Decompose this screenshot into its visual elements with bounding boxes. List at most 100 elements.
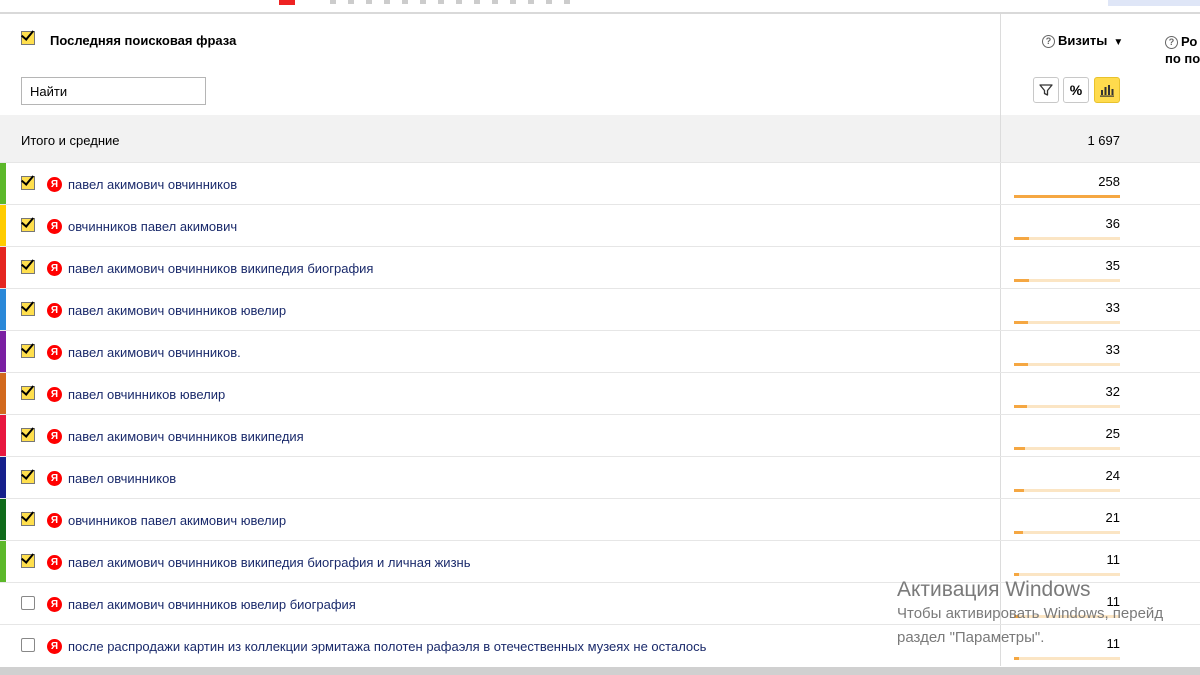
sort-desc-icon[interactable]: ▼ [1113, 37, 1123, 48]
select-all-checkbox[interactable] [21, 31, 35, 45]
totals-row: Итого и средние 1 697 [0, 115, 1200, 162]
row-checkbox[interactable] [21, 428, 35, 442]
question-circle-icon[interactable]: ? [1042, 35, 1055, 48]
row-checkbox[interactable] [21, 638, 35, 652]
row-checkbox[interactable] [21, 512, 35, 526]
table-row[interactable]: Япавел акимович овчинников ювелир 33 [0, 288, 1200, 330]
percent-icon: % [1069, 82, 1083, 98]
yandex-icon: Я [47, 177, 62, 192]
search-phrase-link[interactable]: павел акимович овчинников википедия [68, 429, 304, 444]
visits-value: 11 [1106, 636, 1121, 651]
series-color-stripe [0, 373, 6, 414]
filter-button[interactable] [1033, 77, 1059, 103]
top-faded-text [330, 0, 580, 4]
visits-share-bar-fill [1014, 237, 1029, 240]
yandex-icon: Я [47, 471, 62, 486]
visits-share-bar [1014, 405, 1120, 408]
search-phrase-link[interactable]: овчинников павел акимович [68, 219, 237, 234]
row-checkbox[interactable] [21, 302, 35, 316]
yandex-icon: Я [47, 597, 62, 612]
visits-share-bar [1014, 573, 1120, 576]
table-row[interactable]: Япавел овчинников ювелир 32 [0, 372, 1200, 414]
row-checkbox[interactable] [21, 554, 35, 568]
search-input[interactable] [21, 77, 206, 105]
search-phrase-link[interactable]: павел акимович овчинников [68, 177, 237, 192]
visits-share-bar-fill [1014, 195, 1120, 198]
table-row[interactable]: Япавел акимович овчинников ювелир биогра… [0, 582, 1200, 624]
row-checkbox[interactable] [21, 386, 35, 400]
row-checkbox[interactable] [21, 176, 35, 190]
row-checkbox[interactable] [21, 218, 35, 232]
yandex-icon: Я [47, 555, 62, 570]
yandex-icon: Я [47, 261, 62, 276]
table-row[interactable]: Япавел акимович овчинников 258 [0, 162, 1200, 204]
visits-header-label: Визиты [1058, 33, 1108, 48]
table-row[interactable]: Япавел акимович овчинников википедия био… [0, 246, 1200, 288]
table-row[interactable]: Яовчинников павел акимович 36 [0, 204, 1200, 246]
table-row[interactable]: Япавел акимович овчинников. 33 [0, 330, 1200, 372]
totals-value: 1 697 [1087, 133, 1120, 148]
search-phrase-link[interactable]: павел овчинников ювелир [68, 387, 225, 402]
series-color-stripe [0, 289, 6, 330]
search-phrase-link[interactable]: после распродажи картин из коллекции эрм… [68, 639, 706, 654]
visits-value: 33 [1105, 342, 1120, 357]
percent-button[interactable]: % [1063, 77, 1089, 103]
search-phrase-link[interactable]: павел акимович овчинников википедия биог… [68, 555, 471, 570]
search-phrase-link[interactable]: павел акимович овчинников википедия биог… [68, 261, 373, 276]
series-color-stripe [0, 583, 6, 624]
yandex-icon: Я [47, 639, 62, 654]
search-phrase-link[interactable]: овчинников павел акимович ювелир [68, 513, 286, 528]
visits-share-bar-fill [1014, 615, 1020, 618]
visits-share-bar [1014, 447, 1120, 450]
series-color-stripe [0, 457, 6, 498]
visits-share-bar-fill [1014, 573, 1020, 576]
dimension-header[interactable]: Последняя поисковая фраза [50, 33, 236, 48]
visits-value: 11 [1106, 594, 1121, 609]
visits-value: 36 [1105, 216, 1120, 231]
search-phrase-link[interactable]: павел акимович овчинников ювелир биограф… [68, 597, 356, 612]
search-phrase-link[interactable]: павел акимович овчинников. [68, 345, 241, 360]
table-row[interactable]: Япавел акимович овчинников википедия био… [0, 540, 1200, 582]
table-row[interactable]: Япосле распродажи картин из коллекции эр… [0, 624, 1200, 666]
series-color-stripe [0, 499, 6, 540]
visits-column-header[interactable]: ? Визиты ▼ [1042, 33, 1123, 48]
row-checkbox[interactable] [21, 470, 35, 484]
top-tab[interactable] [1108, 0, 1200, 6]
bar-chart-toggle-button[interactable] [1094, 77, 1120, 103]
table-row[interactable]: Яовчинников павел акимович ювелир 21 [0, 498, 1200, 540]
row-checkbox[interactable] [21, 260, 35, 274]
visits-value: 24 [1105, 468, 1120, 483]
visits-share-bar-fill [1014, 405, 1027, 408]
visits-value: 35 [1105, 258, 1120, 273]
next-column-header[interactable]: ? Ро по по [1165, 33, 1200, 67]
series-color-stripe [0, 163, 6, 204]
yandex-icon: Я [47, 513, 62, 528]
totals-label: Итого и средние [21, 133, 120, 148]
row-checkbox[interactable] [21, 596, 35, 610]
visits-value: 33 [1105, 300, 1120, 315]
series-color-stripe [0, 205, 6, 246]
visits-share-bar-fill [1014, 363, 1028, 366]
yandex-icon: Я [47, 219, 62, 234]
visits-share-bar [1014, 489, 1120, 492]
yandex-icon: Я [47, 387, 62, 402]
browser-top-strip [0, 0, 1200, 12]
yandex-icon: Я [47, 345, 62, 360]
row-checkbox[interactable] [21, 344, 35, 358]
visits-share-bar [1014, 363, 1120, 366]
visits-value: 32 [1105, 384, 1120, 399]
visits-value: 21 [1105, 510, 1120, 525]
filter-icon [1039, 84, 1053, 96]
question-circle-icon[interactable]: ? [1165, 36, 1178, 49]
search-phrase-link[interactable]: павел овчинников [68, 471, 176, 486]
search-phrase-link[interactable]: павел акимович овчинников ювелир [68, 303, 286, 318]
top-red-marker [279, 0, 295, 5]
table-row[interactable]: Япавел акимович овчинников википедия 25 [0, 414, 1200, 456]
visits-share-bar [1014, 615, 1120, 618]
table-row[interactable]: Япавел овчинников 24 [0, 456, 1200, 498]
bottom-scrollbar[interactable] [0, 667, 1200, 675]
series-color-stripe [0, 331, 6, 372]
visits-share-bar-fill [1014, 531, 1023, 534]
series-color-stripe [0, 625, 6, 666]
series-color-stripe [0, 541, 6, 582]
